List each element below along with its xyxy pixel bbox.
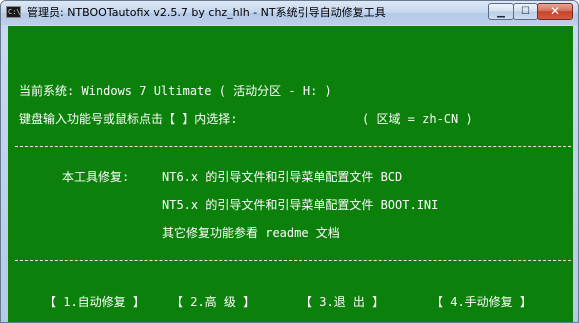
separator-bottom <box>15 260 571 261</box>
minimize-icon: ▁ <box>497 7 505 18</box>
input-prompt: 键盘输入功能号或鼠标点击【 】内选择: <box>19 112 238 126</box>
region-indicator: ( 区域 = zh-CN ) <box>362 112 473 126</box>
title-bar[interactable]: C:\ 管理员: NTBOOTautofix v2.5.7 by chz_hlh… <box>1 1 578 25</box>
repair-label: 本工具修复: <box>62 170 130 184</box>
auto-repair-button[interactable]: 【 1.自动修复 】 <box>44 294 145 310</box>
app-icon-label: C:\ <box>8 8 21 16</box>
exit-button[interactable]: 【 3.退 出 】 <box>300 294 384 310</box>
repair-item-other: 其它修复功能参看 readme 文档 <box>162 226 340 240</box>
console-window: C:\ 管理员: NTBOOTautofix v2.5.7 by chz_hlh… <box>0 0 579 323</box>
close-icon: ✕ <box>549 4 561 18</box>
repair-item-nt6: NT6.x 的引导文件和引导菜单配置文件 BCD <box>162 170 403 184</box>
repair-item-nt5: NT5.x 的引导文件和引导菜单配置文件 BOOT.INI <box>162 198 439 212</box>
console-app-icon[interactable]: C:\ <box>6 6 21 18</box>
manual-repair-button[interactable]: 【 4.手动修复 】 <box>431 294 532 310</box>
maximize-button[interactable]: ☐ <box>513 3 538 20</box>
separator-top <box>15 146 571 147</box>
advanced-button[interactable]: 【 2.高 级 】 <box>171 294 255 310</box>
console-area[interactable]: 当前系统: Windows 7 Ultimate ( 活动分区 - H: ) 键… <box>8 26 573 322</box>
maximize-icon: ☐ <box>521 6 530 17</box>
close-button[interactable]: ✕ <box>537 3 573 20</box>
minimize-button[interactable]: ▁ <box>488 3 514 20</box>
current-system-line: 当前系统: Windows 7 Ultimate ( 活动分区 - H: ) <box>19 84 332 98</box>
window-title: 管理员: NTBOOTautofix v2.5.7 by chz_hlh - N… <box>27 6 386 19</box>
